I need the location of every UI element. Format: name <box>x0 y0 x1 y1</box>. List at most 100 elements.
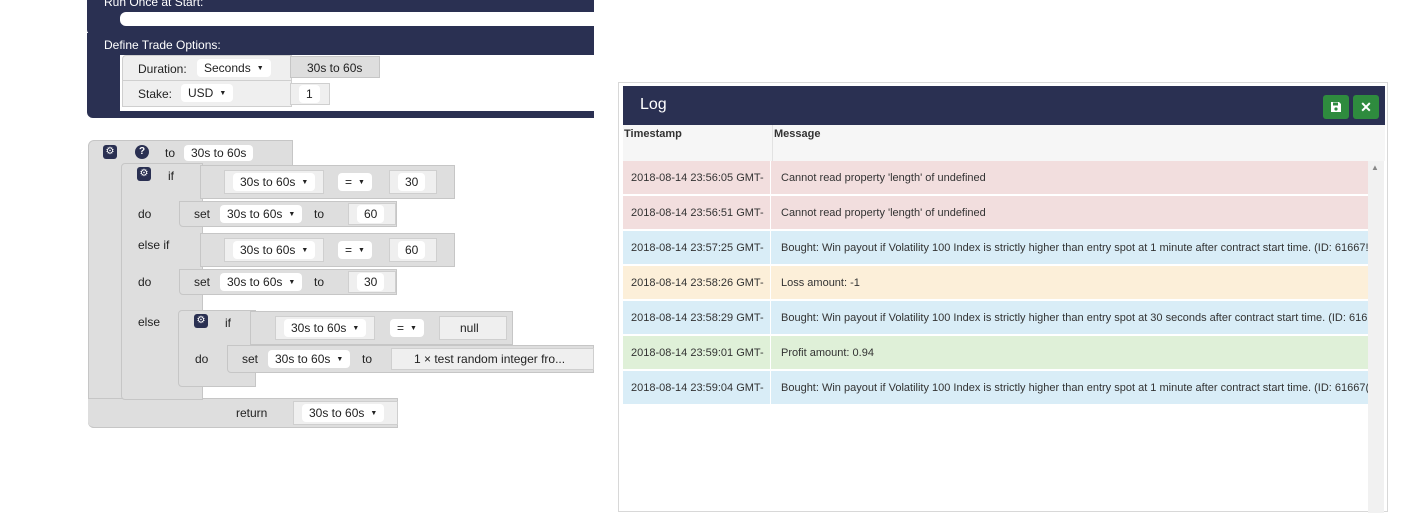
log-rows: 2018-08-14 23:56:05 GMT- Cannot read prop… <box>619 161 1369 411</box>
log-title-bar[interactable]: Log ✕ <box>623 86 1385 125</box>
log-row[interactable]: 2018-08-14 23:58:26 GMT- Loss amount: -1 <box>623 266 1368 300</box>
stake-currency-dropdown[interactable]: USD ▼ <box>181 84 234 102</box>
return-variable-block[interactable]: 30s to 60s ▼ <box>293 401 398 425</box>
log-row-timestamp: 2018-08-14 23:56:51 GMT- <box>623 196 771 230</box>
close-log-button[interactable]: ✕ <box>1353 95 1379 119</box>
set-1-label: set <box>194 207 211 221</box>
log-row-timestamp: 2018-08-14 23:57:25 GMT- <box>623 231 771 265</box>
return-variable-dropdown[interactable]: 30s to 60s ▼ <box>302 404 385 422</box>
set-2-block[interactable]: set 30s to 60s ▼ to 30 <box>179 269 397 295</box>
floppy-disk-icon <box>1331 102 1341 112</box>
set-1-value[interactable]: 60 <box>357 205 385 223</box>
log-row-message: Profit amount: 0.94 <box>781 347 874 359</box>
random-integer-block[interactable]: 1 × test random integer fro... <box>391 348 594 370</box>
set-1-to-label: to <box>314 207 325 221</box>
run-once-label: Run Once at Start: <box>104 0 204 9</box>
set-3-var-dropdown[interactable]: 30s to 60s ▼ <box>268 350 351 368</box>
log-scrollbar[interactable]: ▲ <box>1368 161 1384 513</box>
log-row[interactable]: 2018-08-14 23:59:04 GMT- Bought: Win payo… <box>623 371 1368 405</box>
condition-3-null-value: null <box>460 321 479 335</box>
log-row[interactable]: 2018-08-14 23:57:25 GMT- Bought: Win payo… <box>623 231 1368 265</box>
duration-label: Duration: <box>138 62 187 76</box>
log-row-message: Bought: Win payout if Volatility 100 Ind… <box>781 312 1368 324</box>
nested-if-gear-icon[interactable]: ⚙ <box>194 314 208 328</box>
set-1-var-dropdown[interactable]: 30s to 60s ▼ <box>220 205 303 223</box>
gear-icon[interactable]: ⚙ <box>103 145 117 159</box>
log-row[interactable]: 2018-08-14 23:59:01 GMT- Profit amount: 0… <box>623 336 1368 370</box>
condition-1-value-block[interactable]: 30 <box>389 170 437 194</box>
duration-unit-dropdown[interactable]: Seconds ▼ <box>197 59 271 77</box>
run-once-block[interactable]: Run Once at Start: <box>87 0 594 34</box>
log-row-timestamp: 2018-08-14 23:59:01 GMT- <box>623 336 771 370</box>
log-row-message: Cannot read property 'length' of undefin… <box>781 207 986 219</box>
set-1-block[interactable]: set 30s to 60s ▼ to 60 <box>179 201 397 227</box>
condition-1-block[interactable]: 30s to 60s ▼ = ▼ 30 <box>200 165 455 199</box>
set-1-value-block[interactable]: 60 <box>348 203 396 225</box>
set-3-label: set <box>242 352 259 366</box>
condition-2-block[interactable]: 30s to 60s ▼ = ▼ 60 <box>200 233 455 267</box>
save-log-button[interactable] <box>1323 95 1349 119</box>
stake-value-block[interactable]: 1 <box>290 83 330 105</box>
set-2-value-block[interactable]: 30 <box>348 271 396 293</box>
condition-1-var-dropdown[interactable]: 30s to 60s ▼ <box>233 173 316 191</box>
log-row-message: Bought: Win payout if Volatility 100 Ind… <box>781 382 1368 394</box>
set-2-label: set <box>194 275 211 289</box>
condition-3-value-block[interactable]: null <box>439 316 507 340</box>
log-row-timestamp: 2018-08-14 23:58:29 GMT- <box>623 301 771 335</box>
log-row-timestamp: 2018-08-14 23:59:04 GMT- <box>623 371 771 405</box>
condition-1-operator[interactable]: = ▼ <box>338 173 372 191</box>
dropdown-caret-icon: ▼ <box>219 89 227 97</box>
condition-2-value-block[interactable]: 60 <box>389 238 437 262</box>
condition-1-value[interactable]: 30 <box>398 173 426 191</box>
condition-2-value[interactable]: 60 <box>398 241 426 259</box>
condition-3-block[interactable]: 30s to 60s ▼ = ▼ null <box>250 311 513 345</box>
condition-3-var-block[interactable]: 30s to 60s ▼ <box>275 316 375 340</box>
nested-do-label: do <box>195 352 209 366</box>
do-label-1: do <box>138 207 152 221</box>
log-row[interactable]: 2018-08-14 23:58:29 GMT- Bought: Win payo… <box>623 301 1368 335</box>
dropdown-caret-icon: ▼ <box>256 64 264 72</box>
blockly-workspace[interactable]: Run Once at Start: Define Trade Options:… <box>0 0 600 508</box>
condition-1-var-block[interactable]: 30s to 60s ▼ <box>224 170 324 194</box>
function-to-label: to <box>165 146 176 160</box>
log-header-row: Timestamp Message <box>623 125 1385 161</box>
run-once-slot[interactable] <box>120 12 594 26</box>
condition-2-operator[interactable]: = ▼ <box>338 241 372 259</box>
log-panel: Log ✕ Timestamp Message 2018-08-14 23:56… <box>618 82 1388 513</box>
stake-block[interactable]: Stake: USD ▼ <box>122 81 292 107</box>
condition-2-var-block[interactable]: 30s to 60s ▼ <box>224 238 324 262</box>
log-row[interactable]: 2018-08-14 23:56:51 GMT- Cannot read prop… <box>623 196 1368 230</box>
define-trade-label: Define Trade Options: <box>104 38 221 52</box>
function-name-field[interactable]: 30s to 60s <box>184 145 254 161</box>
define-trade-block[interactable]: Define Trade Options: Duration: Seconds ▼… <box>87 33 594 118</box>
duration-value-block[interactable]: 30s to 60s <box>290 56 380 78</box>
condition-2-var-dropdown[interactable]: 30s to 60s ▼ <box>233 241 316 259</box>
function-body <box>88 164 123 428</box>
timestamp-column-header[interactable]: Timestamp <box>624 128 682 140</box>
message-column-header[interactable]: Message <box>774 128 820 140</box>
close-icon: ✕ <box>1360 99 1372 115</box>
stake-label: Stake: <box>138 87 173 101</box>
function-return-row: return 30s to 60s ▼ <box>88 398 398 428</box>
set-2-to-label: to <box>314 275 325 289</box>
if-label: if <box>168 169 174 183</box>
set-3-block[interactable]: set 30s to 60s ▼ to 1 × test random integ… <box>227 345 594 373</box>
set-3-to-label: to <box>362 352 373 366</box>
do-label-2: do <box>138 275 152 289</box>
else-if-label: else if <box>138 238 170 252</box>
duration-block[interactable]: Duration: Seconds ▼ <box>122 55 292 81</box>
log-row[interactable]: 2018-08-14 23:56:05 GMT- Cannot read prop… <box>623 161 1368 195</box>
log-row-message: Cannot read property 'length' of undefin… <box>781 172 986 184</box>
random-integer-label: 1 × test random integer fro... <box>414 352 566 366</box>
set-2-value[interactable]: 30 <box>357 273 385 291</box>
return-label: return <box>236 406 268 420</box>
condition-3-var-dropdown[interactable]: 30s to 60s ▼ <box>284 319 367 337</box>
scroll-up-arrow-icon[interactable]: ▲ <box>1371 163 1379 172</box>
help-icon[interactable]: ? <box>135 145 149 159</box>
condition-3-operator[interactable]: = ▼ <box>390 319 424 337</box>
duration-value: 30s to 60s <box>307 61 363 75</box>
set-2-var-dropdown[interactable]: 30s to 60s ▼ <box>220 273 303 291</box>
log-row-message: Bought: Win payout if Volatility 100 Ind… <box>781 242 1368 254</box>
stake-value[interactable]: 1 <box>299 85 320 103</box>
if-gear-icon[interactable]: ⚙ <box>137 167 151 181</box>
